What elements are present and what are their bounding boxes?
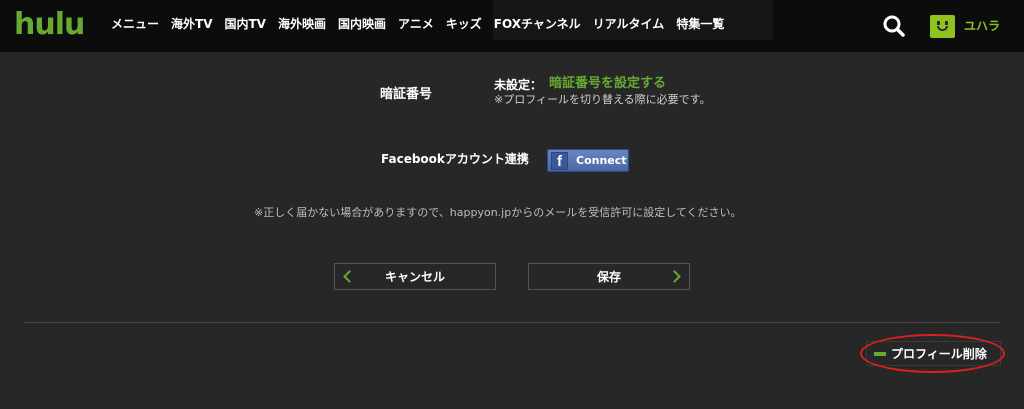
cancel-button-label: キャンセル [384,270,445,284]
pin-status: 未設定： [494,78,543,92]
nav-item-domestic-tv[interactable]: 国内TV [225,14,266,34]
pin-note: ※プロフィールを切り替える際に必要です。 [494,93,711,106]
hulu-logo[interactable]: hulu [14,8,85,42]
avatar-eye-icon [945,21,948,25]
top-navigation-bar: hulu メニュー 海外TV 国内TV 海外映画 国内映画 アニメ キッズ FO… [0,0,1024,52]
profile-username[interactable]: ユハラ [964,17,1000,35]
nav-item-domestic-movies[interactable]: 国内映画 [338,14,386,34]
facebook-connect-button[interactable]: f Connect [547,149,629,172]
nav-item-overseas-tv[interactable]: 海外TV [171,14,212,34]
set-pin-link[interactable]: 暗証番号を設定する [549,75,666,93]
nav-item-features[interactable]: 特集一覧 [676,14,724,34]
facebook-link-label: Facebookアカウント連携 [381,152,529,166]
avatar[interactable] [930,15,955,38]
nav-item-kids[interactable]: キッズ [446,14,482,34]
facebook-connect-label: Connect [576,154,627,167]
nav-item-overseas-movies[interactable]: 海外映画 [278,14,326,34]
page: hulu メニュー 海外TV 国内TV 海外映画 国内映画 アニメ キッズ FO… [0,0,1024,409]
divider [24,322,1000,323]
pin-label: 暗証番号 [380,87,433,102]
main-nav: メニュー 海外TV 国内TV 海外映画 国内映画 アニメ キッズ FOXチャンネ… [111,14,736,34]
cancel-button[interactable]: キャンセル [334,263,496,290]
avatar-eye-icon [937,21,940,25]
nav-item-menu[interactable]: メニュー [111,14,159,34]
avatar-smile-icon [937,26,948,31]
save-button-label: 保存 [596,270,621,284]
facebook-icon: f [551,152,568,170]
nav-item-fox-channel[interactable]: FOXチャンネル [494,14,581,34]
nav-item-realtime[interactable]: リアルタイム [593,14,665,34]
nav-item-anime[interactable]: アニメ [398,14,434,34]
annotation-red-circle [860,334,1005,373]
search-icon[interactable] [882,14,906,38]
email-notice: ※正しく届かない場合がありますので、happyon.jpからのメールを受信許可に… [254,206,742,219]
save-button[interactable]: 保存 [528,263,690,290]
